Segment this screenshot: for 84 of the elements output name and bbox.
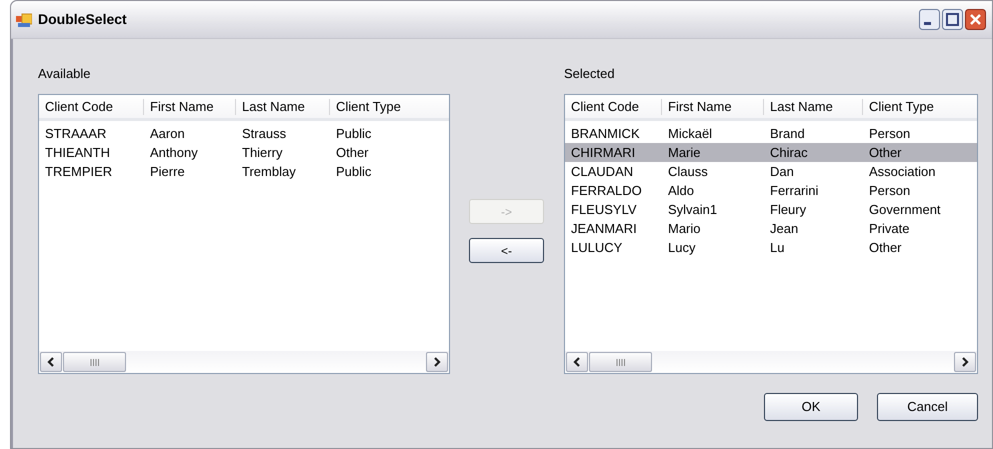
table-cell-text: Marie [667,144,702,162]
table-cell-text: Mario [667,220,702,238]
grip-icon [90,358,99,366]
list-view[interactable]: Client Code First Name Last Name Client Type STRAAAR Aaron Strauss Public THIEANTH Anthony Thierry Other TREMPIER Pierre Tremblay Public [38,94,450,374]
table-cell-text: Ferrarini [769,182,820,200]
column-header[interactable]: Client Type [330,98,443,114]
list-row[interactable]: LULUCY Lucy Lu Other [565,238,977,257]
list-row[interactable]: CLAUDAN Clauss Dan Association [565,162,977,181]
scroll-right-icon [433,357,441,367]
table-cell-text: Other [868,238,903,257]
table-cell-text: Pierre [149,162,186,181]
column-header[interactable]: First Name [144,98,236,114]
list-row[interactable]: THIEANTH Anthony Thierry Other [39,143,449,162]
close-icon[interactable] [965,9,986,30]
table-cell-text: Clauss [667,162,709,181]
scroll-right-button[interactable] [954,352,976,372]
table-cell-text: Anthony [149,144,199,162]
table-cell-text: Dan [769,162,795,181]
table-cell-text: FERRALDO [570,182,643,200]
column-header[interactable]: Client Code [565,98,662,114]
scroll-left-icon [573,357,581,367]
table-cell-text: Strauss [241,124,288,143]
scroll-left-button[interactable] [566,352,588,372]
table-cell-text: LULUCY [570,238,624,257]
ok-button[interactable]: OK [764,393,858,421]
horizontal-scrollbar[interactable] [39,351,449,373]
column-header[interactable]: Last Name [764,98,863,114]
table-cell-text: Private [868,220,910,238]
table-cell-text: FLEUSYLV [570,200,638,219]
list-view[interactable] [564,94,978,374]
table-cell-text: Aaron [149,124,186,143]
list-row[interactable]: JEANMARI Mario Jean Private [565,219,977,238]
scroll-left-button[interactable] [40,352,62,372]
table-cell-text: Jean [769,220,800,238]
table-cell-text: Public [335,162,372,181]
maximize-icon[interactable] [942,9,963,30]
scroll-right-icon [961,357,969,367]
available-label: Available [38,65,92,83]
table-cell-text: STRAAAR [44,124,108,143]
table-cell-text: Lucy [667,238,696,257]
scroll-thumb[interactable] [63,352,126,372]
scroll-thumb[interactable] [589,352,652,372]
table-cell-text: Public [335,124,372,143]
table-cell-text: Brand [769,124,806,143]
move-left-button[interactable]: <- [469,238,544,263]
scroll-right-button[interactable] [426,352,448,372]
horizontal-scrollbar[interactable] [565,351,977,373]
table-cell-text: Government [868,200,942,219]
table-cell-text: Other [335,144,370,162]
grip-icon [616,358,625,366]
list-row[interactable]: CHIRMARI Marie Chirac Other [565,143,977,162]
list-row[interactable]: STRAAAR Aaron Strauss Public [39,124,449,143]
column-header[interactable]: Client Code [39,98,144,114]
table-cell-text: Lu [769,238,786,257]
table-cell-text: THIEANTH [44,144,111,162]
list-row[interactable]: FERRALDO Aldo Ferrarini Person [565,181,977,200]
table-cell-text: Sylvain1 [667,200,718,219]
table-cell-text: Person [868,182,912,200]
app-icon [16,12,32,28]
table-cell-text: Association [868,162,936,181]
column-header[interactable]: Client Type [863,98,977,114]
table-cell-text: Fleury [769,200,808,219]
table-cell-text: CHIRMARI [570,144,636,162]
table-cell-text: CLAUDAN [570,162,634,181]
list-row[interactable]: TREMPIER Pierre Tremblay Public [39,162,449,181]
list-row[interactable]: FLEUSYLV Sylvain1 Fleury Government [565,200,977,219]
table-cell-text: Thierry [241,144,284,162]
table-cell-text: Mickaël [667,124,714,143]
window-title: DoubleSelect [38,10,127,29]
column-header[interactable]: First Name [662,98,764,114]
minimize-icon[interactable] [919,9,940,30]
table-cell-text: Aldo [667,182,696,200]
table-cell-text: JEANMARI [570,220,638,238]
table-cell-text: Chirac [769,144,809,162]
table-cell-text: Other [868,144,903,162]
scroll-left-icon [47,357,55,367]
list-row[interactable]: BRANMICK Mickaël Brand Person [565,124,977,143]
table-cell-text: Person [868,124,912,143]
table-cell-text: BRANMICK [570,124,641,143]
table-cell-text: TREMPIER [44,162,114,181]
selected-label: Selected [564,65,616,83]
column-header[interactable]: Last Name [236,98,330,114]
cancel-button[interactable]: Cancel [877,393,978,421]
table-cell-text: Tremblay [241,162,297,181]
